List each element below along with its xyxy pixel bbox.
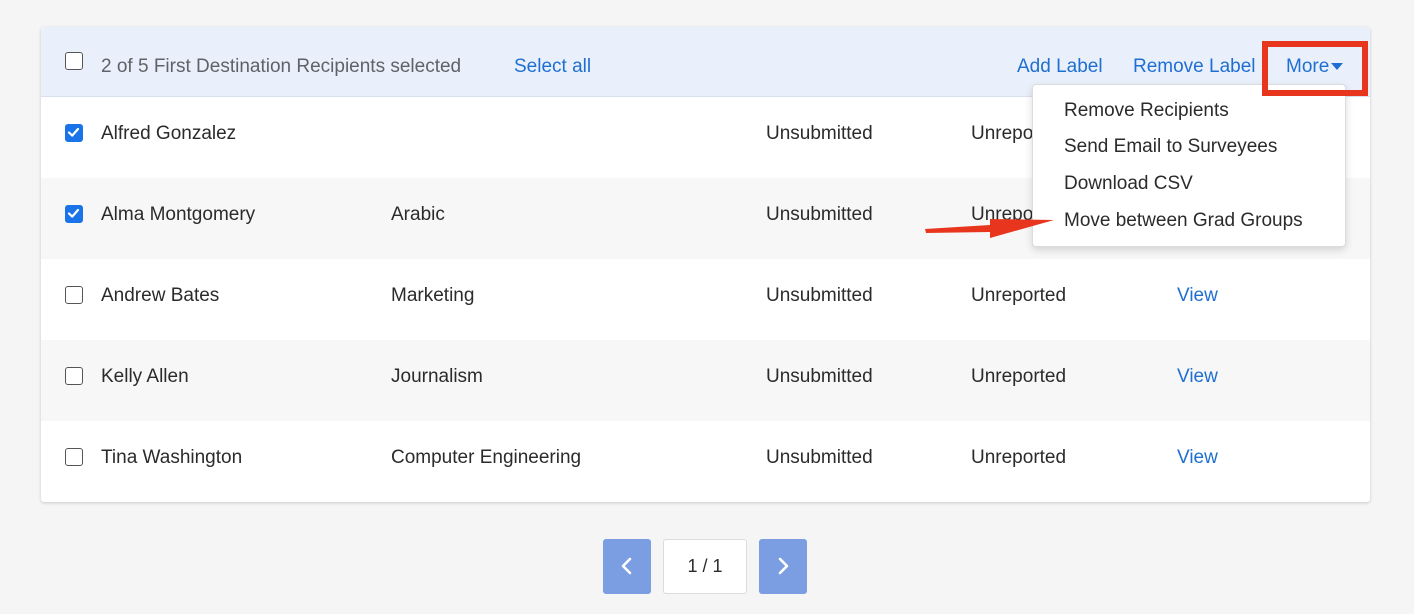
- view-link[interactable]: View: [1177, 285, 1218, 307]
- row-checkbox[interactable]: [65, 286, 83, 304]
- survey-status: Unsubmitted: [766, 447, 873, 468]
- more-actions-menu: Remove Recipients Send Email to Surveyee…: [1032, 84, 1346, 247]
- checkmark-icon: [67, 208, 80, 218]
- menu-item-remove-recipients[interactable]: Remove Recipients: [1064, 100, 1229, 122]
- select-all-checkbox[interactable]: [65, 52, 83, 70]
- table-row: Tina Washington Computer Engineering Uns…: [41, 421, 1370, 502]
- remove-label-button[interactable]: Remove Label: [1133, 56, 1256, 78]
- checkmark-icon: [67, 127, 80, 137]
- report-status: Unrepo: [971, 204, 1034, 225]
- recipient-name: Tina Washington: [101, 447, 243, 468]
- chevron-left-icon: [621, 557, 632, 575]
- more-button[interactable]: More: [1273, 47, 1359, 87]
- add-label-button[interactable]: Add Label: [1017, 56, 1103, 78]
- menu-item-move-grad-groups[interactable]: Move between Grad Groups: [1064, 210, 1303, 232]
- survey-status: Unsubmitted: [766, 366, 873, 387]
- recipient-program: Arabic: [391, 204, 445, 225]
- next-page-button[interactable]: [759, 539, 807, 594]
- select-all-link[interactable]: Select all: [514, 56, 591, 78]
- row-checkbox[interactable]: [65, 124, 83, 142]
- caret-down-icon: [1331, 63, 1344, 71]
- recipient-name: Alfred Gonzalez: [101, 123, 237, 144]
- report-status: Unreported: [971, 285, 1067, 306]
- survey-status: Unsubmitted: [766, 123, 873, 144]
- survey-status: Unsubmitted: [766, 285, 873, 306]
- recipient-name: Kelly Allen: [101, 366, 189, 387]
- view-link[interactable]: View: [1177, 366, 1218, 388]
- row-checkbox[interactable]: [65, 367, 83, 385]
- row-checkbox[interactable]: [65, 205, 83, 223]
- table-row: Kelly Allen Journalism Unsubmitted Unrep…: [41, 340, 1370, 421]
- chevron-right-icon: [778, 557, 789, 575]
- previous-page-button[interactable]: [603, 539, 651, 594]
- selection-count-text: 2 of 5 First Destination Recipients sele…: [101, 56, 462, 77]
- recipient-name: Alma Montgomery: [101, 204, 256, 225]
- view-link[interactable]: View: [1177, 447, 1218, 469]
- recipient-program: Marketing: [391, 285, 475, 306]
- recipient-name: Andrew Bates: [101, 285, 220, 306]
- recipient-program: Computer Engineering: [391, 447, 582, 468]
- menu-item-send-email[interactable]: Send Email to Surveyees: [1064, 136, 1277, 158]
- report-status: Unreported: [971, 447, 1067, 468]
- report-status: Unreported: [971, 366, 1067, 387]
- menu-item-download-csv[interactable]: Download CSV: [1064, 173, 1193, 195]
- survey-status: Unsubmitted: [766, 204, 873, 225]
- table-row: Andrew Bates Marketing Unsubmitted Unrep…: [41, 259, 1370, 340]
- recipient-program: Journalism: [391, 366, 483, 387]
- report-status: Unrepo: [971, 123, 1034, 144]
- row-checkbox[interactable]: [65, 448, 83, 466]
- page-indicator: 1 / 1: [663, 539, 747, 594]
- more-button-label: More: [1286, 56, 1330, 77]
